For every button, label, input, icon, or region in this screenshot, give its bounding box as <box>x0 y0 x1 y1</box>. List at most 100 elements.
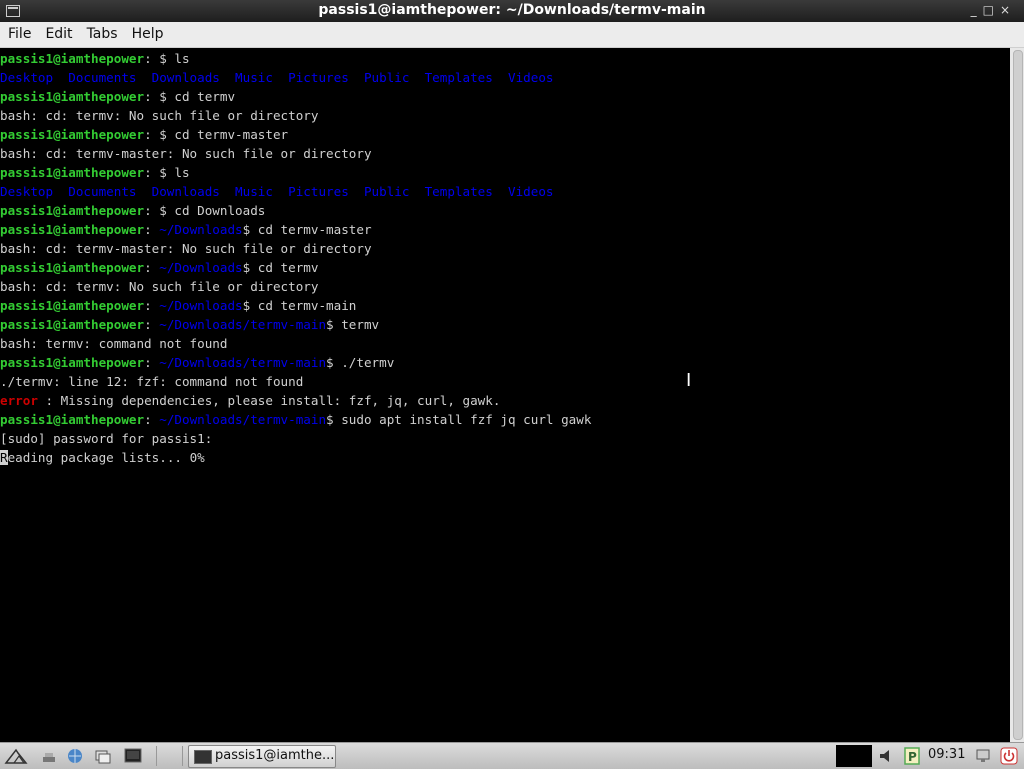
svg-text:P: P <box>908 750 917 764</box>
terminal-line: bash: cd: termv: No such file or directo… <box>0 277 1010 296</box>
start-menu-icon[interactable] <box>4 747 30 765</box>
prompt-user: passis1@iamthepower <box>0 317 145 332</box>
power-icon[interactable] <box>1000 747 1018 765</box>
prompt-path: ~/Downloads/termv-main <box>159 355 327 370</box>
terminal-line: passis1@iamthepower: $ cd termv-master <box>0 125 1010 144</box>
terminal-line: Desktop Documents Downloads Music Pictur… <box>0 68 1010 87</box>
prompt-path: ~/Downloads/termv-main <box>159 317 327 332</box>
terminal-launcher-icon[interactable] <box>124 747 142 765</box>
terminal-text: : $ cd Downloads <box>144 203 266 218</box>
taskbar-separator <box>156 746 157 766</box>
terminal-line: passis1@iamthepower: ~/Downloads$ cd ter… <box>0 258 1010 277</box>
window-titlebar[interactable]: passis1@iamthepower: ~/Downloads/termv-m… <box>0 0 1024 22</box>
prompt-user: passis1@iamthepower <box>0 127 145 142</box>
terminal-text: : <box>144 298 160 313</box>
window-title: passis1@iamthepower: ~/Downloads/termv-m… <box>318 2 706 18</box>
terminal-text: : $ ls <box>144 51 190 66</box>
volume-icon[interactable] <box>878 747 896 765</box>
prompt-user: passis1@iamthepower <box>0 51 145 66</box>
terminal-line: bash: cd: termv: No such file or directo… <box>0 106 1010 125</box>
terminal-text: $ termv <box>326 317 380 332</box>
terminal-text: bash: termv: command not found <box>0 336 228 351</box>
file-manager-icon[interactable] <box>94 747 112 765</box>
terminal-text: : <box>144 222 160 237</box>
terminal-line: Desktop Documents Downloads Music Pictur… <box>0 182 1010 201</box>
terminal-cursor: R <box>0 450 8 465</box>
terminal-line: passis1@iamthepower: $ ls <box>0 49 1010 68</box>
terminal-line: passis1@iamthepower: ~/Downloads$ cd ter… <box>0 220 1010 239</box>
tray-applet[interactable] <box>836 745 872 767</box>
terminal-text: : <box>144 355 160 370</box>
prompt-user: passis1@iamthepower <box>0 222 145 237</box>
prompt-path: ~/Downloads <box>159 222 243 237</box>
terminal-text: : Missing dependencies, please install: … <box>37 393 501 408</box>
terminal-text: $ cd termv-main <box>242 298 357 313</box>
terminal-line: bash: cd: termv-master: No such file or … <box>0 144 1010 163</box>
terminal-text: $ cd termv-master <box>242 222 372 237</box>
maximize-button[interactable]: □ <box>983 3 1000 17</box>
terminal-line: [sudo] password for passis1: <box>0 429 1010 448</box>
terminal-text: [sudo] password for passis1: <box>0 431 213 446</box>
prompt-user: passis1@iamthepower <box>0 260 145 275</box>
terminal-text: $ cd termv <box>242 260 319 275</box>
clock[interactable]: 09:31 <box>928 747 965 762</box>
terminal-text: ./termv: line 12: fzf: command not found <box>0 374 304 389</box>
terminal-line: passis1@iamthepower: $ ls <box>0 163 1010 182</box>
terminal-text: bash: cd: termv: No such file or directo… <box>0 108 319 123</box>
terminal-line: error : Missing dependencies, please ins… <box>0 391 1010 410</box>
terminal-text: : <box>144 412 160 427</box>
prompt-user: passis1@iamthepower <box>0 203 145 218</box>
terminal-text: bash: cd: termv: No such file or directo… <box>0 279 319 294</box>
terminal-line: Reading package lists... 0% <box>0 448 1010 467</box>
task-label: passis1@iamthe... <box>215 748 335 763</box>
taskbar-task-terminal[interactable]: passis1@iamthe... <box>188 745 336 768</box>
close-button[interactable]: × <box>1000 3 1016 17</box>
terminal-text: bash: cd: termv-master: No such file or … <box>0 146 372 161</box>
terminal-line: passis1@iamthepower: ~/Downloads/termv-m… <box>0 410 1010 429</box>
terminal-text: Desktop Documents Downloads Music Pictur… <box>0 70 554 85</box>
prompt-user: passis1@iamthepower <box>0 165 145 180</box>
terminal-line: ./termv: line 12: fzf: command not found <box>0 372 1010 391</box>
terminal-line: passis1@iamthepower: ~/Downloads/termv-m… <box>0 315 1010 334</box>
prompt-user: passis1@iamthepower <box>0 355 145 370</box>
terminal-text: : <box>144 260 160 275</box>
terminal-line: bash: cd: termv-master: No such file or … <box>0 239 1010 258</box>
scrollbar-thumb[interactable] <box>1013 50 1023 740</box>
terminal-app-icon <box>194 750 212 764</box>
terminal-text: : $ cd termv <box>144 89 236 104</box>
window-controls: _□× <box>971 3 1016 17</box>
terminal-scrollbar[interactable] <box>1010 48 1024 742</box>
taskbar-separator <box>182 746 183 766</box>
prompt-path: ~/Downloads/termv-main <box>159 412 327 427</box>
terminal-text: eading package lists... 0% <box>7 450 205 465</box>
terminal-text: Desktop Documents Downloads Music Pictur… <box>0 184 554 199</box>
terminal-text: bash: cd: termv-master: No such file or … <box>0 241 372 256</box>
prompt-path: ~/Downloads <box>159 298 243 313</box>
prompt-user: passis1@iamthepower <box>0 298 145 313</box>
terminal-line: bash: termv: command not found <box>0 334 1010 353</box>
terminal-text: $ sudo apt install fzf jq curl gawk <box>326 412 592 427</box>
taskbar: passis1@iamthe... P 09:31 <box>0 742 1024 769</box>
minimize-button[interactable]: _ <box>971 3 983 17</box>
menu-help[interactable]: Help <box>124 22 170 42</box>
text-cursor-icon: I <box>686 370 692 391</box>
menu-bar: File Edit Tabs Help <box>0 22 1024 48</box>
terminal-line: passis1@iamthepower: $ cd Downloads <box>0 201 1010 220</box>
menu-file[interactable]: File <box>0 22 37 42</box>
network-icon[interactable] <box>974 747 992 765</box>
package-updater-icon[interactable]: P <box>903 747 921 765</box>
terminal-line: passis1@iamthepower: $ cd termv <box>0 87 1010 106</box>
error-label: error <box>0 393 38 408</box>
menu-edit[interactable]: Edit <box>37 22 78 42</box>
terminal-line: passis1@iamthepower: ~/Downloads$ cd ter… <box>0 296 1010 315</box>
terminal-line: passis1@iamthepower: ~/Downloads/termv-m… <box>0 353 1010 372</box>
terminal-text: : <box>144 317 160 332</box>
menu-tabs[interactable]: Tabs <box>79 22 124 42</box>
terminal-text: : $ cd termv-master <box>144 127 289 142</box>
terminal-output[interactable]: passis1@iamthepower: $ ls Desktop Documen… <box>0 48 1010 743</box>
terminal-text: : $ ls <box>144 165 190 180</box>
web-browser-icon[interactable] <box>66 747 84 765</box>
prompt-user: passis1@iamthepower <box>0 89 145 104</box>
show-desktop-icon[interactable] <box>40 747 58 765</box>
terminal-text: $ ./termv <box>326 355 395 370</box>
